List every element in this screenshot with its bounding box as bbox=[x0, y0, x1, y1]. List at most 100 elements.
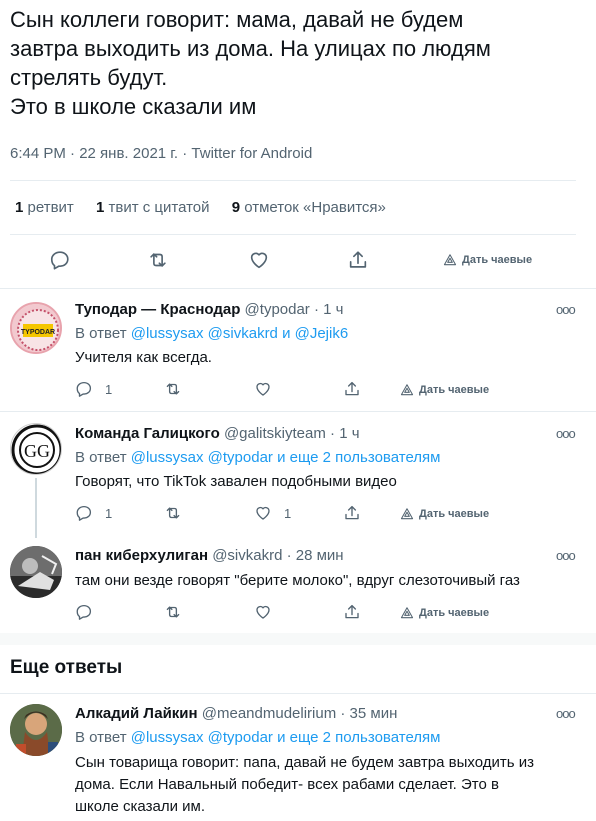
tips-icon bbox=[400, 384, 414, 396]
reply-header: пан киберхулиган @sivkakrd · 28 мин bbox=[75, 547, 344, 564]
avatar-image: GG bbox=[11, 424, 61, 474]
retweet-icon bbox=[150, 253, 166, 267]
avatar-text: GG bbox=[24, 441, 50, 461]
share-button[interactable] bbox=[343, 603, 361, 621]
like-button[interactable] bbox=[254, 380, 272, 398]
retweet-button[interactable] bbox=[164, 603, 182, 621]
reply-header: Туподар — Краснодар @typodar · 1 ч bbox=[75, 301, 343, 318]
like-icon bbox=[256, 605, 270, 619]
reply-button[interactable]: 1 bbox=[75, 504, 112, 522]
avatar-text: TYPODAR bbox=[21, 329, 55, 336]
more-icon[interactable]: ooo bbox=[556, 706, 576, 721]
more-icon[interactable]: ooo bbox=[556, 548, 576, 563]
reply-tweet[interactable]: Алкадий Лайкин @meandmudelirium · 35 мин… bbox=[0, 693, 596, 821]
reply-text-line: дома. Если Навальный победит- всех рабам… bbox=[75, 776, 499, 793]
avatar[interactable]: GG bbox=[10, 423, 62, 475]
retweet-button[interactable] bbox=[164, 380, 182, 398]
reply-tweet[interactable]: GG Команда Галицкого @galitskiyteam · 1 … bbox=[0, 411, 596, 535]
in-reply-prefix: В ответ bbox=[75, 325, 127, 342]
reply-tweet[interactable]: пан киберхулиган @sivkakrd · 28 мин ooo … bbox=[0, 535, 596, 633]
like-count: 1 bbox=[284, 505, 292, 521]
reply-button[interactable] bbox=[75, 603, 93, 621]
reply-text: Говорят, что TikTok завален подобными ви… bbox=[75, 471, 580, 492]
share-icon bbox=[345, 505, 359, 520]
reply-text-line: Сын товарища говорит: папа, давай не буд… bbox=[75, 754, 534, 771]
like-button[interactable] bbox=[254, 603, 272, 621]
share-button[interactable] bbox=[343, 504, 361, 522]
section-separator bbox=[0, 633, 596, 645]
in-reply-to: В ответ @lussysax @typodar и еще 2 польз… bbox=[75, 729, 440, 746]
reply-action-bar: 1 Дать чаевые bbox=[0, 378, 596, 402]
share-button[interactable] bbox=[347, 249, 369, 271]
reply-action-bar: 1 1 Дать чаевые bbox=[0, 502, 596, 526]
tweet-text-line: завтра выходить из дома. На улицах по лю… bbox=[10, 36, 491, 61]
reply-text-line: Говорят, что TikTok завален подобными ви… bbox=[75, 473, 397, 490]
divider bbox=[10, 180, 576, 181]
reply-text-line: там они везде говорят "берите молоко", в… bbox=[75, 572, 520, 589]
retweets-stat[interactable]: 1 ретвит bbox=[15, 199, 74, 216]
tips-button[interactable]: Дать чаевые bbox=[443, 253, 532, 267]
reply-tweet[interactable]: TYPODAR Туподар — Краснодар @typodar · 1… bbox=[0, 288, 596, 411]
retweets-count: 1 bbox=[15, 199, 24, 216]
like-icon bbox=[256, 382, 270, 396]
reply-action-bar: Дать чаевые bbox=[0, 601, 596, 625]
reply-count: 1 bbox=[105, 505, 113, 521]
author-handle[interactable]: @sivkakrd · 28 мин bbox=[212, 547, 343, 564]
author-handle[interactable]: @typodar · 1 ч bbox=[245, 301, 344, 318]
quotes-count: 1 bbox=[95, 199, 105, 216]
retweet-icon bbox=[166, 383, 180, 395]
author-name[interactable]: Команда Галицкого bbox=[75, 425, 220, 442]
reply-text: Учителя как всегда. bbox=[75, 347, 580, 368]
avatar[interactable]: TYPODAR bbox=[10, 302, 62, 354]
likes-count: 9 bbox=[231, 199, 241, 216]
like-icon bbox=[250, 252, 268, 269]
tweet-text-line: стрелять будут. bbox=[10, 65, 168, 90]
author-name[interactable]: Туподар — Краснодар bbox=[75, 301, 240, 318]
avatar-image bbox=[10, 546, 62, 598]
tips-button[interactable]: Дать чаевые bbox=[400, 507, 489, 521]
tweet-stats: 1 ретвит 1 твит с цитатой 9 отметок «Нра… bbox=[15, 199, 404, 216]
reply-header: Команда Галицкого @galitskiyteam · 1 ч bbox=[75, 425, 360, 442]
reply-icon bbox=[76, 505, 92, 521]
avatar-image: TYPODAR bbox=[12, 304, 60, 352]
author-name[interactable]: Алкадий Лайкин bbox=[75, 705, 198, 722]
retweet-button[interactable] bbox=[147, 249, 169, 271]
in-reply-prefix: В ответ bbox=[75, 729, 127, 746]
like-button[interactable]: 1 bbox=[254, 504, 291, 522]
tweet-text-line: Это в школе сказали им bbox=[10, 94, 257, 119]
reply-button[interactable] bbox=[49, 249, 71, 271]
reply-text-line: школе сказали им. bbox=[75, 798, 205, 815]
retweet-button[interactable] bbox=[164, 504, 182, 522]
in-reply-links[interactable]: @lussysax @typodar и еще 2 пользователям bbox=[131, 729, 441, 746]
reply-button[interactable]: 1 bbox=[75, 380, 112, 398]
tips-label: Дать чаевые bbox=[419, 607, 490, 619]
avatar[interactable] bbox=[10, 546, 62, 598]
quotes-label: твит с цитатой bbox=[108, 199, 210, 216]
tips-label: Дать чаевые bbox=[419, 508, 490, 520]
share-icon bbox=[349, 251, 367, 268]
tweet-text-line: Сын коллеги говорит: мама, давай не буде… bbox=[10, 7, 464, 32]
in-reply-links[interactable]: @lussysax @typodar и еще 2 пользователям bbox=[131, 449, 441, 466]
likes-stat[interactable]: 9 отметок «Нравится» bbox=[232, 199, 386, 216]
quotes-stat[interactable]: 1 твит с цитатой bbox=[96, 199, 210, 216]
avatar[interactable] bbox=[10, 704, 62, 756]
tweet-meta[interactable]: 6:44 PM · 22 янв. 2021 г. · Twitter for … bbox=[10, 145, 312, 162]
author-handle[interactable]: @meandmudelirium · 35 мин bbox=[202, 705, 398, 722]
tips-button[interactable]: Дать чаевые bbox=[400, 606, 489, 620]
tweet-text: Сын коллеги говорит: мама, давай не буде… bbox=[10, 5, 585, 121]
in-reply-links[interactable]: @lussysax @sivkakrd и @Jejik6 bbox=[131, 325, 348, 342]
tips-button[interactable]: Дать чаевые bbox=[400, 383, 489, 397]
more-icon[interactable]: ooo bbox=[556, 426, 576, 441]
author-name[interactable]: пан киберхулиган bbox=[75, 547, 208, 564]
reply-text: там они везде говорят "берите молоко", в… bbox=[75, 570, 580, 591]
tips-icon bbox=[400, 508, 414, 520]
retweets-label: ретвит bbox=[27, 199, 74, 216]
share-icon bbox=[345, 381, 359, 396]
tweet-action-bar: Дать чаевые bbox=[0, 245, 596, 275]
author-handle[interactable]: @galitskiyteam · 1 ч bbox=[224, 425, 360, 442]
retweet-icon bbox=[166, 507, 180, 519]
more-icon[interactable]: ooo bbox=[556, 302, 576, 317]
share-button[interactable] bbox=[343, 380, 361, 398]
avatar-image bbox=[10, 704, 62, 756]
like-button[interactable] bbox=[248, 249, 270, 271]
